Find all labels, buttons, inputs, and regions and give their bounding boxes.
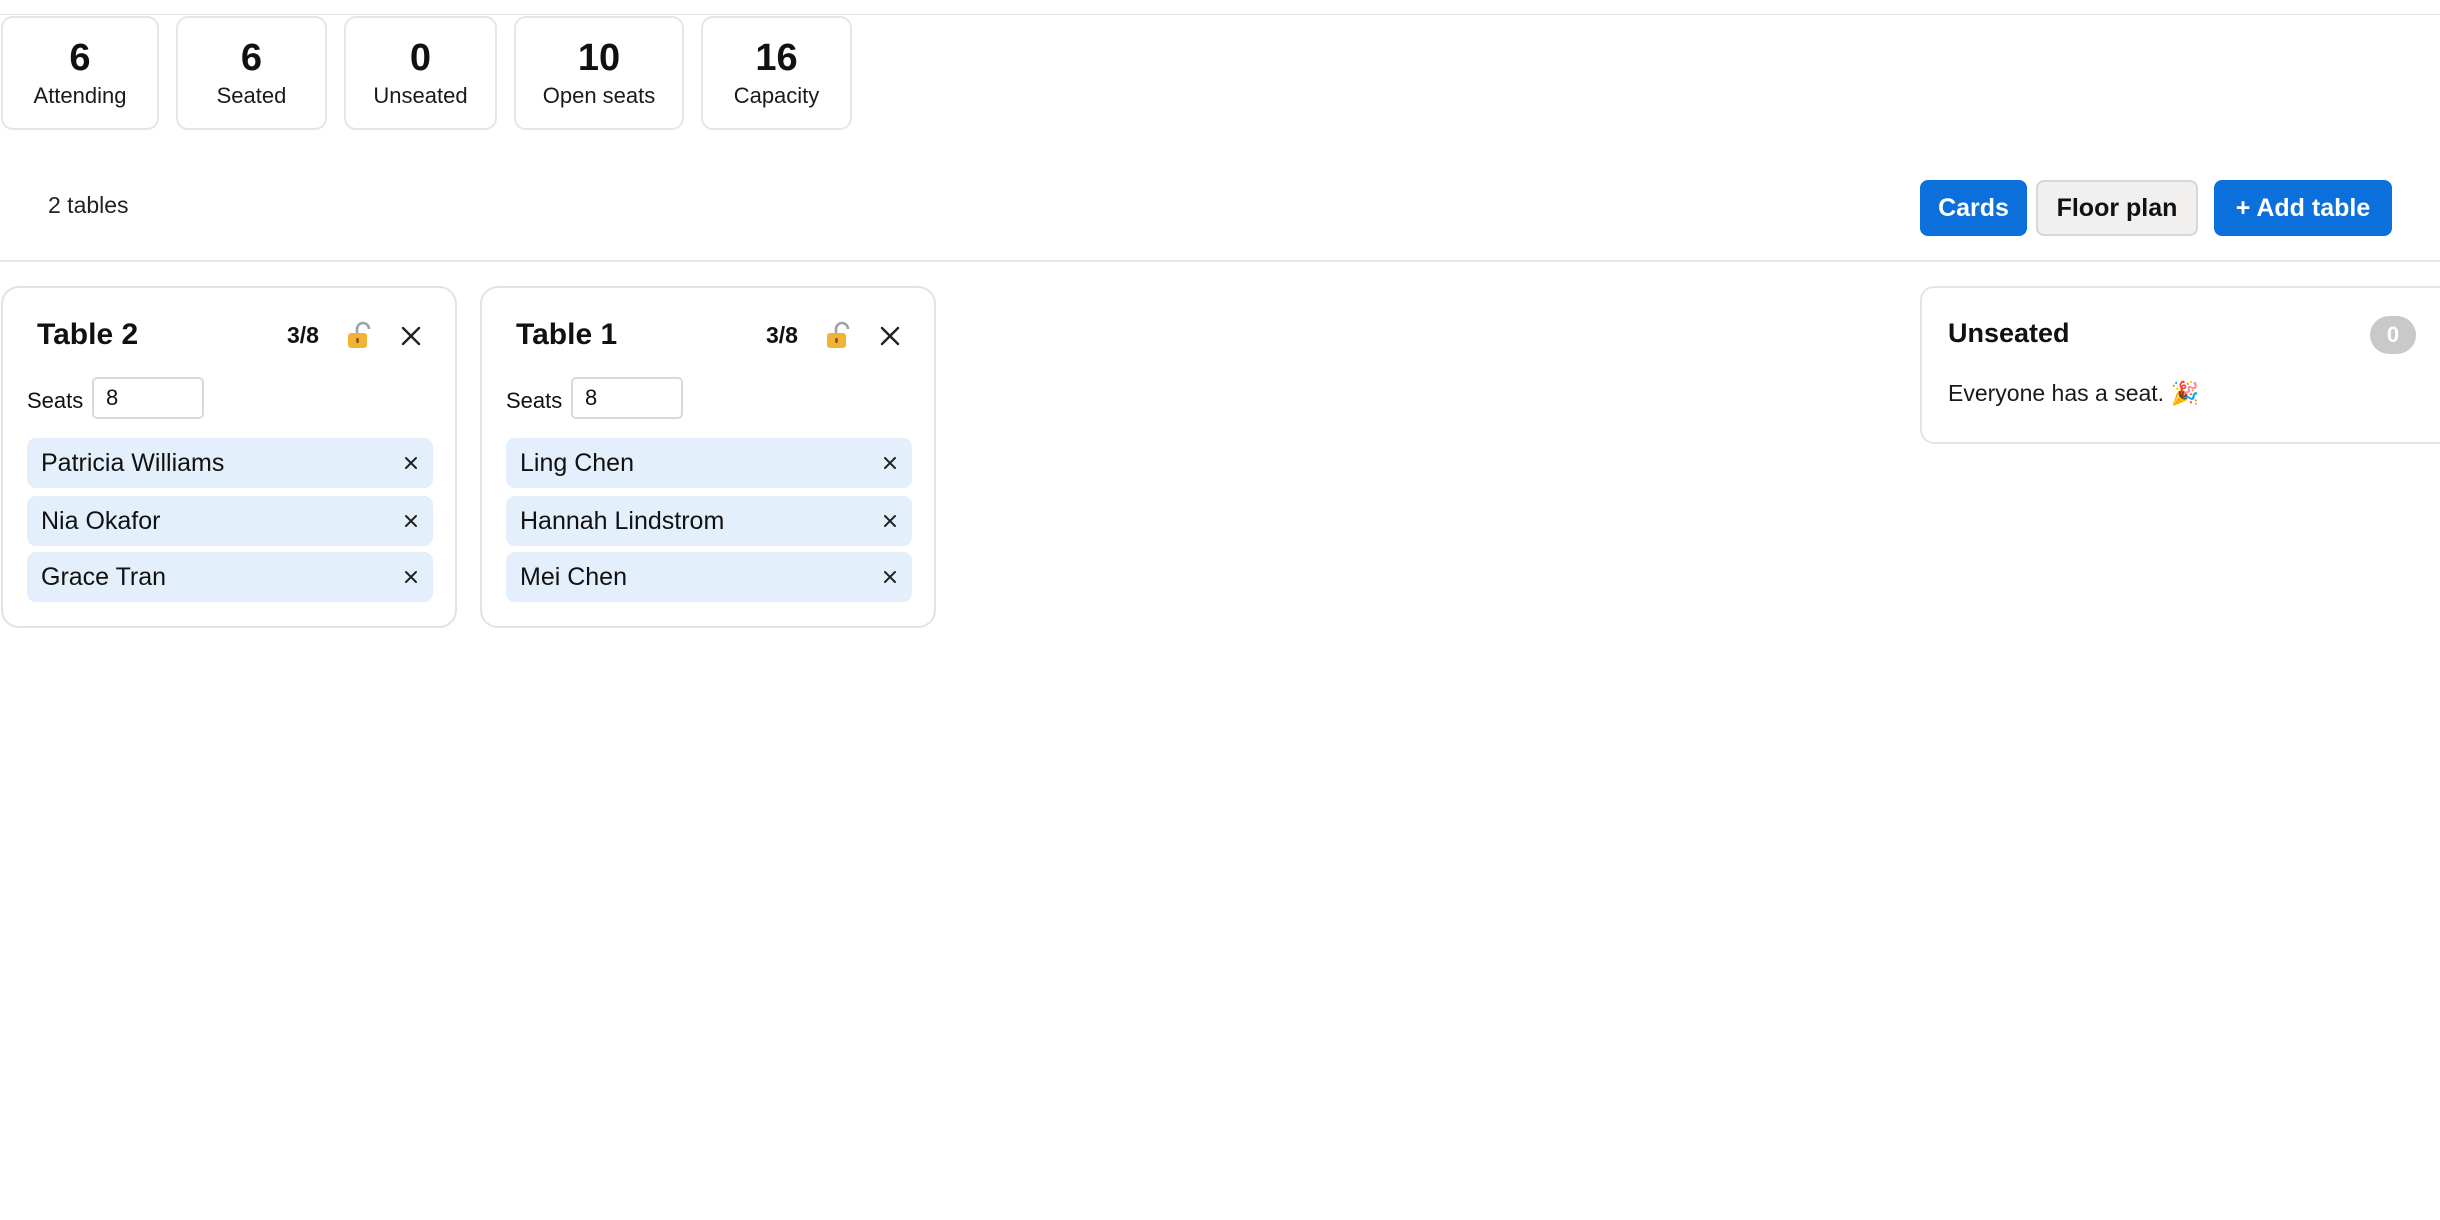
guest-chip[interactable]: Ling Chen [506, 438, 912, 488]
guest-name: Hannah Lindstrom [520, 506, 725, 535]
add-table-button[interactable]: + Add table [2214, 180, 2392, 236]
stat-label: Open seats [542, 83, 656, 108]
table-card: Table 2 3/8 Seats Patricia Williams Nia … [1, 286, 457, 628]
guest-chip[interactable]: Hannah Lindstrom [506, 496, 912, 546]
table-name: Table 2 [37, 318, 139, 351]
tables-count: 2 tables [48, 192, 129, 218]
stat-attending: 6 Attending [1, 16, 159, 130]
stat-value: 16 [755, 37, 798, 79]
stat-value: 6 [69, 37, 91, 79]
unseated-title: Unseated [1948, 318, 2070, 348]
remove-guest-icon[interactable] [878, 565, 902, 589]
table-name: Table 1 [516, 318, 618, 351]
guest-name: Mei Chen [520, 562, 627, 591]
unseated-panel: Unseated 0 Everyone has a seat. 🎉 [1920, 286, 2440, 444]
stat-open-seats: 10 Open seats [514, 16, 684, 130]
stat-label: Attending [33, 83, 127, 108]
stat-value: 6 [240, 37, 263, 79]
close-icon[interactable] [878, 324, 902, 348]
guest-name: Patricia Williams [41, 448, 225, 477]
toolbar-divider [0, 260, 2440, 262]
lock-icon[interactable] [343, 320, 373, 350]
unseated-count-badge: 0 [2370, 316, 2416, 354]
table-card: Table 1 3/8 Seats Ling Chen Hannah Linds… [480, 286, 936, 628]
remove-guest-icon[interactable] [399, 565, 423, 589]
seats-label: Seats [506, 388, 563, 413]
stat-capacity: 16 Capacity [701, 16, 852, 130]
seats-input[interactable] [571, 377, 683, 419]
stat-label: Capacity [733, 83, 820, 108]
stat-value: 10 [577, 37, 621, 79]
stat-unseated: 0 Unseated [344, 16, 497, 130]
stat-value: 0 [409, 37, 432, 79]
table-seat-count: 3/8 [766, 322, 798, 348]
remove-guest-icon[interactable] [878, 451, 902, 475]
stat-label: Unseated [373, 83, 468, 108]
stat-label: Seated [216, 83, 287, 108]
guest-name: Nia Okafor [41, 506, 161, 535]
guest-chip[interactable]: Nia Okafor [27, 496, 433, 546]
remove-guest-icon[interactable] [399, 451, 423, 475]
guest-name: Grace Tran [41, 562, 167, 591]
close-icon[interactable] [399, 324, 423, 348]
floor-plan-view-button[interactable]: Floor plan [2036, 180, 2198, 236]
unseated-message: Everyone has a seat. 🎉 [1948, 380, 2200, 406]
top-divider [0, 14, 2440, 15]
table-seat-count: 3/8 [287, 322, 319, 348]
lock-icon[interactable] [822, 320, 852, 350]
stat-seated: 6 Seated [176, 16, 327, 130]
guest-chip[interactable]: Mei Chen [506, 552, 912, 602]
remove-guest-icon[interactable] [878, 509, 902, 533]
remove-guest-icon[interactable] [399, 509, 423, 533]
guest-name: Ling Chen [520, 448, 634, 477]
seats-label: Seats [27, 388, 84, 413]
cards-view-button[interactable]: Cards [1920, 180, 2027, 236]
guest-chip[interactable]: Grace Tran [27, 552, 433, 602]
seats-input[interactable] [92, 377, 204, 419]
guest-chip[interactable]: Patricia Williams [27, 438, 433, 488]
